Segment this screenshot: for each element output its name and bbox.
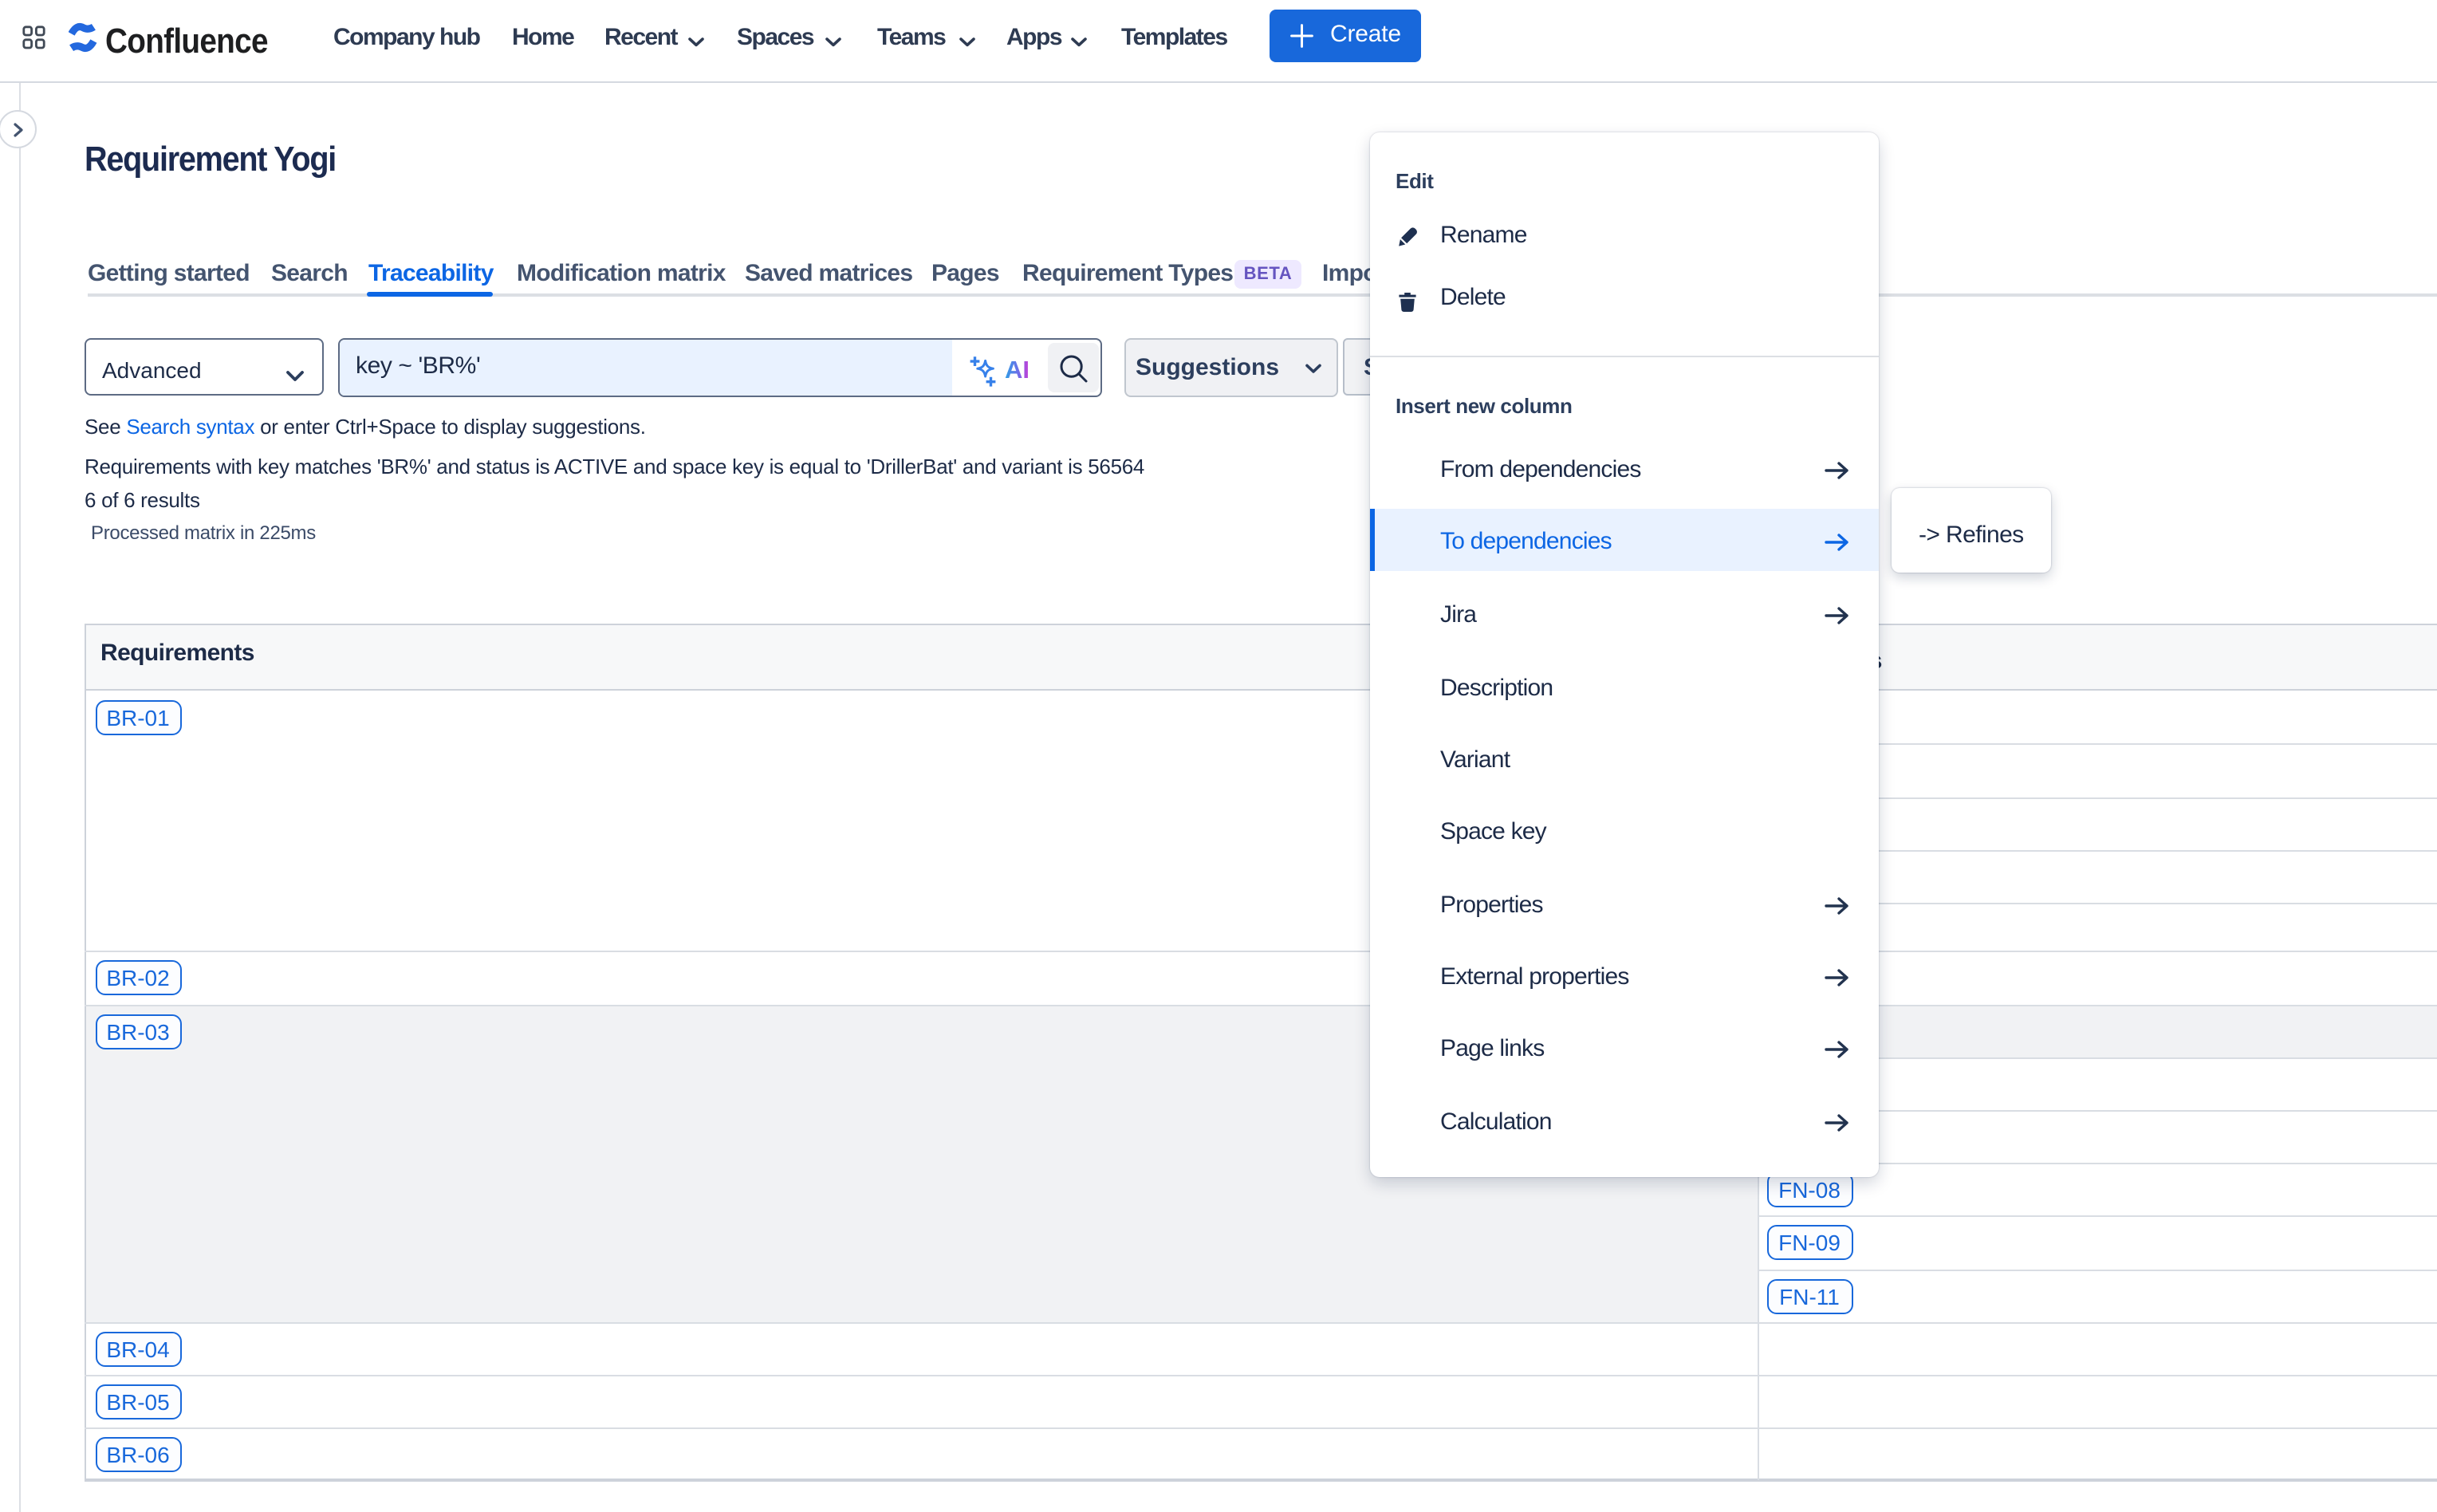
svg-text:AI: AI: [1005, 356, 1030, 384]
